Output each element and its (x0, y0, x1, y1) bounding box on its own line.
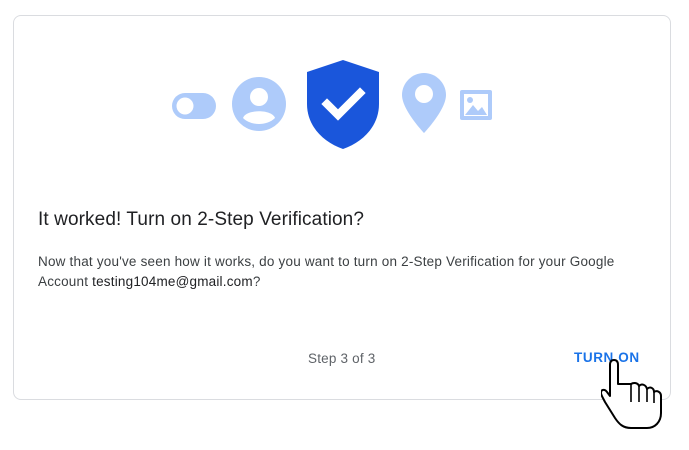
image-icon (460, 90, 492, 120)
step-indicator: Step 3 of 3 (308, 351, 376, 366)
dialog-title: It worked! Turn on 2-Step Verification? (38, 209, 365, 230)
toggle-icon (172, 93, 216, 119)
illustration (14, 16, 672, 166)
account-circle-icon (232, 77, 286, 131)
body-text-suffix: ? (252, 274, 261, 289)
dialog-body: Now that you've seen how it works, do yo… (38, 252, 648, 292)
dialog-card: It worked! Turn on 2-Step Verification? … (13, 15, 671, 400)
hand-pointer-cursor-icon (601, 359, 662, 429)
account-email: testing104me@gmail.com (92, 274, 253, 289)
shield-check-icon (307, 60, 379, 149)
location-pin-icon (402, 73, 446, 133)
